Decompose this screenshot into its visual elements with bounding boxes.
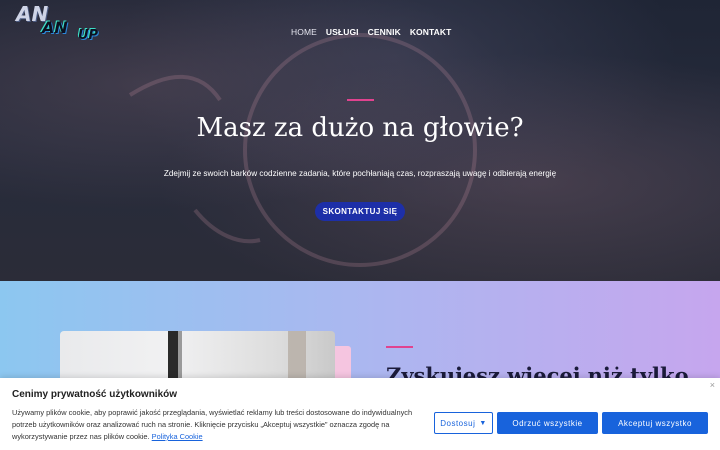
section-accent-line [386, 346, 413, 348]
contact-button[interactable]: SKONTAKTUJ SIĘ [315, 202, 405, 221]
main-nav: HOME USŁUGI CENNIK KONTAKT [291, 27, 451, 37]
reject-all-button[interactable]: Odrzuć wszystkie [497, 412, 598, 434]
nav-item-kontakt[interactable]: KONTAKT [410, 27, 452, 37]
nav-item-uslugi[interactable]: USŁUGI [326, 27, 359, 37]
site-logo[interactable]: AN AN UP [12, 2, 112, 50]
nav-item-home[interactable]: HOME [291, 27, 317, 37]
cookie-policy-link[interactable]: Polityka Cookie [152, 432, 203, 441]
nav-item-cennik[interactable]: CENNIK [368, 27, 401, 37]
logo-text-line3: UP [78, 28, 99, 43]
accept-all-button[interactable]: Akceptuj wszystko [602, 412, 708, 434]
customize-button[interactable]: Dostosuj ▼ [434, 412, 493, 434]
logo-text-line2: AN [42, 18, 68, 37]
hero-title: Masz za dużo na głowie? [196, 113, 524, 143]
hero-subtitle: Zdejmij ze swoich barków codzienne zadan… [163, 169, 557, 178]
cookie-title: Cenimy prywatność użytkowników [12, 389, 178, 400]
cookie-banner: × Cenimy prywatność użytkowników Używamy… [0, 378, 720, 450]
hero-accent-line [347, 99, 374, 101]
cookie-description: Używamy plików cookie, aby poprawić jako… [12, 407, 422, 443]
caret-down-icon: ▼ [479, 419, 487, 427]
close-icon[interactable]: × [710, 380, 715, 390]
customize-label: Dostosuj [440, 418, 476, 428]
hero-section: AN AN UP HOME USŁUGI CENNIK KONTAKT Masz… [0, 0, 720, 281]
cookie-text: Używamy plików cookie, aby poprawić jako… [12, 408, 413, 441]
